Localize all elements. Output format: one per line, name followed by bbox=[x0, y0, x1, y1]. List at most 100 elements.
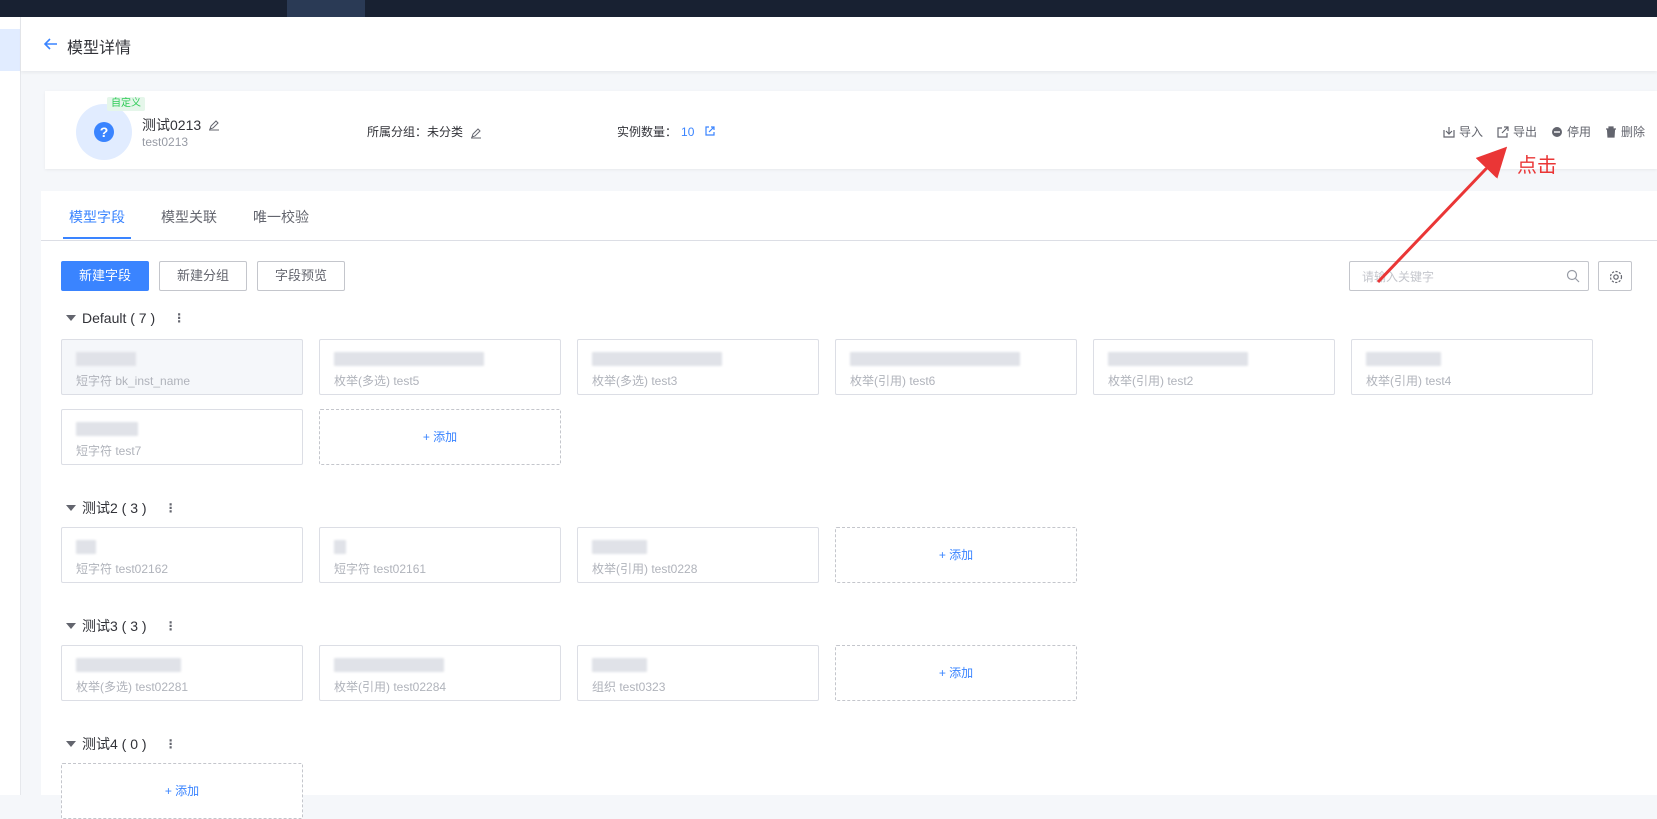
field-meta: 短字符 bk_inst_name bbox=[76, 374, 191, 388]
more-menu-icon[interactable]: ⋮ bbox=[173, 311, 185, 325]
field-card[interactable]: 枚举(引用) test02284 bbox=[319, 645, 561, 701]
more-menu-icon[interactable]: ⋮ bbox=[165, 737, 177, 751]
more-menu-icon[interactable]: ⋮ bbox=[165, 619, 177, 633]
question-icon: ? bbox=[94, 122, 114, 142]
field-meta: 短字符 test02162 bbox=[76, 562, 169, 576]
collapse-caret-icon[interactable] bbox=[66, 505, 76, 511]
field-meta: 枚举(多选) test3 bbox=[592, 374, 678, 388]
custom-badge: 自定义 bbox=[107, 97, 145, 111]
edit-name-icon[interactable] bbox=[208, 119, 220, 131]
search-input[interactable] bbox=[1360, 268, 1564, 286]
count-label: 实例数量： bbox=[617, 125, 678, 139]
field-name-blurred bbox=[76, 540, 96, 554]
group-title: 测试4 ( 0 ) bbox=[82, 736, 147, 752]
field-card[interactable]: 短字符 bk_inst_name bbox=[61, 339, 303, 395]
export-label: 导出 bbox=[1512, 125, 1537, 139]
delete-label: 删除 bbox=[1620, 125, 1645, 139]
field-name-blurred bbox=[592, 352, 722, 366]
annotation-click-label: 点击 bbox=[1517, 155, 1557, 177]
settings-button[interactable] bbox=[1598, 261, 1632, 291]
field-meta: 枚举(引用) test6 bbox=[850, 374, 936, 388]
group-title: 测试2 ( 3 ) bbox=[82, 500, 147, 516]
field-meta: 枚举(引用) test4 bbox=[1366, 374, 1452, 388]
model-name: 测试0213 bbox=[142, 117, 202, 133]
edit-group-icon[interactable] bbox=[470, 127, 482, 139]
field-card[interactable]: 短字符 test02161 bbox=[319, 527, 561, 583]
field-name-blurred bbox=[850, 352, 1020, 366]
field-group-test2: 测试2 ( 3 ) ⋮ bbox=[66, 498, 177, 518]
tab-unique-check[interactable]: 唯一校验 bbox=[253, 207, 309, 227]
field-meta: 短字符 test7 bbox=[76, 444, 142, 458]
instance-count: 实例数量： 10 bbox=[617, 123, 716, 140]
field-meta: 短字符 test02161 bbox=[334, 562, 427, 576]
field-name-blurred bbox=[334, 352, 484, 366]
gear-icon bbox=[1609, 270, 1623, 284]
field-group-test4: 测试4 ( 0 ) ⋮ bbox=[66, 734, 177, 754]
import-label: 导入 bbox=[1458, 125, 1483, 139]
field-name-blurred bbox=[76, 658, 181, 672]
new-field-button[interactable]: 新建字段 bbox=[61, 261, 149, 291]
import-icon bbox=[1443, 126, 1455, 138]
field-name-blurred bbox=[592, 540, 647, 554]
model-actions: 导入 导出 停用 删除 bbox=[1443, 123, 1645, 140]
trash-icon bbox=[1605, 125, 1616, 138]
field-card[interactable]: 枚举(引用) test6 bbox=[835, 339, 1077, 395]
field-card[interactable]: 短字符 test02162 bbox=[61, 527, 303, 583]
field-name-blurred bbox=[76, 422, 138, 436]
field-group-default: Default ( 7 ) ⋮ bbox=[66, 310, 185, 326]
field-name-blurred bbox=[334, 540, 346, 554]
model-avatar: ? bbox=[76, 104, 132, 160]
field-card[interactable]: 枚举(多选) test3 bbox=[577, 339, 819, 395]
add-field-button[interactable]: + 添加 bbox=[835, 645, 1077, 701]
disable-label: 停用 bbox=[1566, 125, 1591, 139]
add-field-button[interactable]: + 添加 bbox=[61, 763, 303, 819]
collapse-caret-icon[interactable] bbox=[66, 315, 76, 321]
search-icon[interactable] bbox=[1566, 269, 1580, 283]
model-group: 所属分组：未分类 bbox=[367, 123, 482, 140]
add-field-button[interactable]: + 添加 bbox=[835, 527, 1077, 583]
sidebar-selected-item[interactable] bbox=[0, 29, 20, 71]
field-card[interactable]: 枚举(引用) test4 bbox=[1351, 339, 1593, 395]
count-value[interactable]: 10 bbox=[681, 125, 694, 139]
export-button[interactable]: 导出 bbox=[1497, 123, 1537, 140]
field-name-blurred bbox=[76, 352, 136, 366]
add-field-button[interactable]: + 添加 bbox=[319, 409, 561, 465]
field-name-blurred bbox=[1366, 352, 1441, 366]
collapse-caret-icon[interactable] bbox=[66, 741, 76, 747]
field-meta: 枚举(引用) test0228 bbox=[592, 562, 698, 576]
disable-button[interactable]: 停用 bbox=[1551, 123, 1591, 140]
field-card[interactable]: 短字符 test7 bbox=[61, 409, 303, 465]
field-group-test3: 测试3 ( 3 ) ⋮ bbox=[66, 616, 177, 636]
model-id: test0213 bbox=[142, 135, 189, 149]
page-header: 模型详情 bbox=[21, 17, 1657, 71]
field-meta: 组织 test0323 bbox=[592, 680, 666, 694]
delete-button[interactable]: 删除 bbox=[1605, 123, 1645, 140]
field-name-blurred bbox=[334, 658, 444, 672]
field-card[interactable]: 组织 test0323 bbox=[577, 645, 819, 701]
tab-model-relations[interactable]: 模型关联 bbox=[161, 207, 217, 227]
field-name-blurred bbox=[1108, 352, 1248, 366]
collapse-caret-icon[interactable] bbox=[66, 623, 76, 629]
field-preview-button[interactable]: 字段预览 bbox=[257, 261, 345, 291]
more-menu-icon[interactable]: ⋮ bbox=[165, 501, 177, 515]
top-nav-active-item[interactable] bbox=[287, 0, 365, 17]
new-group-button[interactable]: 新建分组 bbox=[159, 261, 247, 291]
export-icon bbox=[1497, 125, 1509, 138]
import-button[interactable]: 导入 bbox=[1443, 123, 1483, 140]
group-label: 所属分组： bbox=[367, 125, 428, 139]
group-title: 测试3 ( 3 ) bbox=[82, 618, 147, 634]
field-card[interactable]: 枚举(多选) test02281 bbox=[61, 645, 303, 701]
field-meta: 枚举(多选) test02281 bbox=[76, 680, 189, 694]
back-arrow-icon[interactable] bbox=[43, 36, 59, 52]
main-panel: 模型字段 模型关联 唯一校验 新建字段 新建分组 字段预览 Default ( … bbox=[41, 191, 1657, 819]
tab-bar: 模型字段 模型关联 唯一校验 bbox=[41, 191, 1657, 241]
field-meta: 枚举(引用) test02284 bbox=[334, 680, 447, 694]
search-box bbox=[1349, 261, 1589, 291]
field-card[interactable]: 枚举(引用) test2 bbox=[1093, 339, 1335, 395]
external-link-icon[interactable] bbox=[704, 125, 716, 137]
field-card[interactable]: 枚举(多选) test5 bbox=[319, 339, 561, 395]
active-tab-indicator bbox=[63, 237, 131, 239]
field-name-blurred bbox=[592, 658, 647, 672]
field-card[interactable]: 枚举(引用) test0228 bbox=[577, 527, 819, 583]
tab-model-fields[interactable]: 模型字段 bbox=[69, 207, 125, 227]
